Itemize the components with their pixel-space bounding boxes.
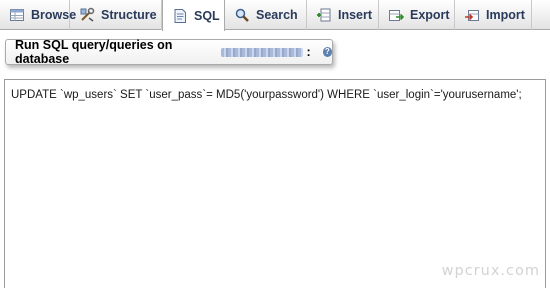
tab-structure[interactable]: Structure bbox=[70, 0, 162, 30]
tab-sql[interactable]: SQL bbox=[162, 0, 225, 31]
tab-label: Search bbox=[256, 8, 298, 22]
watermark-text: wpcrux.com bbox=[441, 263, 540, 279]
tab-insert[interactable]: Insert bbox=[307, 0, 379, 30]
legend-label: Run SQL query/queries on database bbox=[15, 38, 173, 66]
magnifier-search-icon bbox=[235, 8, 249, 22]
browse-table-icon bbox=[10, 9, 24, 21]
help-icon[interactable]: ? bbox=[322, 47, 332, 57]
database-name-redacted bbox=[220, 47, 304, 57]
tab-import[interactable]: Import bbox=[455, 0, 532, 30]
import-icon bbox=[465, 10, 479, 21]
tab-search[interactable]: Search bbox=[225, 0, 307, 30]
insert-row-icon bbox=[317, 8, 331, 22]
tab-bar: Browse Structure SQL Search Insert Expor… bbox=[0, 0, 550, 31]
sql-query-textarea[interactable]: UPDATE `wp_users` SET `user_pass`= MD5('… bbox=[4, 79, 546, 288]
tab-export[interactable]: Export bbox=[379, 0, 455, 30]
tab-label: Structure bbox=[101, 8, 157, 22]
tab-label: Export bbox=[410, 8, 450, 22]
query-panel-legend: Run SQL query/queries on database : ? bbox=[5, 38, 333, 66]
sql-document-icon bbox=[174, 8, 186, 23]
tab-overflow[interactable] bbox=[532, 0, 550, 30]
sql-query-text: UPDATE `wp_users` SET `user_pass`= MD5('… bbox=[11, 89, 522, 101]
export-icon bbox=[389, 10, 404, 21]
legend-suffix: : bbox=[306, 45, 311, 59]
structure-icon bbox=[80, 7, 95, 22]
tab-browse[interactable]: Browse bbox=[0, 0, 76, 30]
tab-label: Insert bbox=[338, 8, 373, 22]
tab-label: SQL bbox=[194, 8, 220, 23]
tab-label: Import bbox=[486, 8, 525, 22]
